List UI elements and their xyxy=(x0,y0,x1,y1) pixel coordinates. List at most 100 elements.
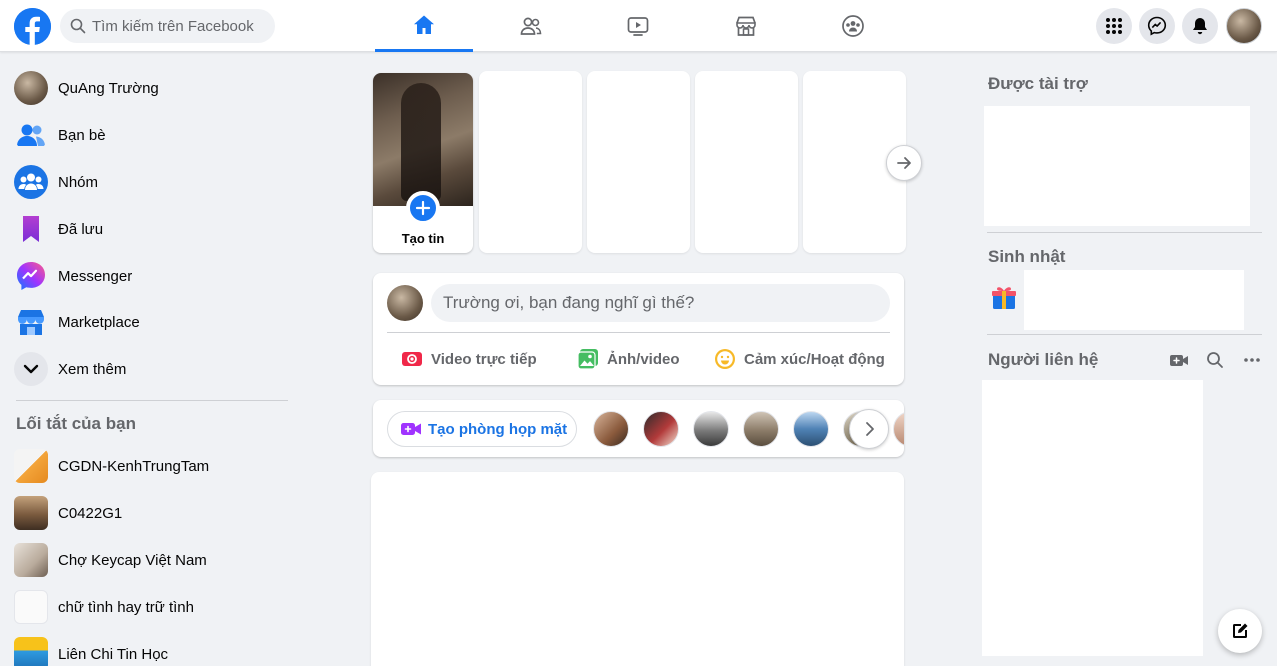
friends-icon xyxy=(520,17,542,35)
sidebar-item-label: Messenger xyxy=(58,267,133,285)
group-thumbnail xyxy=(14,449,48,483)
profile-avatar[interactable] xyxy=(387,285,423,321)
notifications-icon xyxy=(1193,18,1207,35)
contact-avatar[interactable] xyxy=(893,411,904,447)
notifications-button[interactable] xyxy=(1182,8,1218,44)
stories-next-button[interactable] xyxy=(886,145,922,181)
friends-icon xyxy=(14,118,48,152)
rooms-bar: Tạo phòng họp mặt xyxy=(373,400,904,457)
tab-home[interactable] xyxy=(375,0,473,52)
contact-avatar[interactable] xyxy=(793,411,829,447)
tab-groups[interactable] xyxy=(804,0,902,52)
shortcut-item[interactable]: chữ tình hay trữ tình xyxy=(8,585,298,629)
sponsored-ad[interactable] xyxy=(984,106,1250,226)
photo-video-label: Ảnh/video xyxy=(607,350,680,368)
menu-button[interactable] xyxy=(1096,8,1132,44)
contact-avatar[interactable] xyxy=(743,411,779,447)
create-story-label: Tạo tin xyxy=(401,231,445,246)
profile-avatar[interactable] xyxy=(1226,8,1262,44)
sidebar-item-marketplace[interactable]: Marketplace xyxy=(8,300,298,344)
facebook-logo-icon xyxy=(14,8,51,45)
shortcuts-heading: Lối tắt của bạn xyxy=(16,414,136,433)
tab-watch[interactable] xyxy=(589,0,687,52)
sidebar-divider xyxy=(16,400,288,401)
sidebar-item-label: Bạn bè xyxy=(58,126,106,144)
shortcut-label: CGDN-KenhTrungTam xyxy=(58,457,210,475)
plus-icon xyxy=(415,200,431,216)
shortcut-item[interactable]: CGDN-KenhTrungTam xyxy=(8,444,298,488)
search-input[interactable] xyxy=(92,17,272,35)
bookmark-icon xyxy=(14,212,48,246)
whats-on-your-mind-input[interactable]: Trường ơi, bạn đang nghĩ gì thế? xyxy=(431,284,890,322)
messenger-icon xyxy=(1147,16,1167,36)
groups-icon xyxy=(842,15,864,37)
contact-avatar[interactable] xyxy=(593,411,629,447)
sidebar-item-label: Nhóm xyxy=(58,173,99,191)
top-navigation-bar xyxy=(0,0,1277,52)
photo-video-icon xyxy=(577,349,598,370)
tab-friends[interactable] xyxy=(482,0,580,52)
sidebar-item-friends[interactable]: Bạn bè xyxy=(8,113,298,157)
live-video-button[interactable]: Video trực tiếp xyxy=(401,345,537,373)
search-icon[interactable] xyxy=(1205,350,1225,370)
more-options-icon[interactable] xyxy=(1242,350,1262,370)
group-thumbnail xyxy=(14,590,48,624)
tab-marketplace[interactable] xyxy=(697,0,795,52)
group-thumbnail xyxy=(14,637,48,666)
groups-icon xyxy=(14,165,48,199)
live-video-label: Video trực tiếp xyxy=(431,350,537,368)
sidebar-item-messenger[interactable]: Messenger xyxy=(8,254,298,298)
sidebar-item-profile[interactable]: QuAng Trường xyxy=(8,66,298,110)
sidebar-item-label: Xem thêm xyxy=(58,360,127,378)
post-composer: Trường ơi, bạn đang nghĩ gì thế? Video t… xyxy=(373,273,904,385)
create-room-label: Tạo phòng họp mặt xyxy=(428,420,568,438)
marketplace-icon xyxy=(14,305,48,339)
home-icon xyxy=(414,15,434,34)
search-bar[interactable] xyxy=(60,9,275,43)
marketplace-icon xyxy=(736,16,756,36)
photo-video-button[interactable]: Ảnh/video xyxy=(577,345,680,373)
sidebar-item-see-more[interactable]: Xem thêm xyxy=(8,347,298,391)
contact-avatar[interactable] xyxy=(643,411,679,447)
live-video-icon xyxy=(402,352,422,366)
sidebar-item-groups[interactable]: Nhóm xyxy=(8,160,298,204)
story-card[interactable] xyxy=(587,71,690,253)
shortcut-label: Liên Chi Tin Học xyxy=(58,645,169,663)
create-story-card[interactable]: Tạo tin xyxy=(373,73,473,253)
feeling-activity-button[interactable]: Cảm xúc/Hoạt động xyxy=(714,345,885,373)
sidebar-item-saved[interactable]: Đã lưu xyxy=(8,207,298,251)
chevron-down-icon xyxy=(14,352,48,386)
story-card[interactable] xyxy=(695,71,798,253)
shortcut-item[interactable]: Chợ Keycap Việt Nam xyxy=(8,538,298,582)
rooms-next-button[interactable] xyxy=(849,409,889,449)
story-card[interactable] xyxy=(479,71,582,253)
story-profile-photo xyxy=(373,73,473,206)
group-thumbnail xyxy=(14,496,48,530)
composer-divider xyxy=(387,332,890,333)
chevron-right-icon xyxy=(866,422,874,436)
menu-grid-icon xyxy=(1106,18,1122,34)
birthdays-heading: Sinh nhật xyxy=(988,247,1066,266)
right-divider xyxy=(987,334,1262,335)
sponsored-heading: Được tài trợ xyxy=(988,74,1088,93)
group-thumbnail xyxy=(14,543,48,577)
messenger-icon xyxy=(14,259,48,293)
stories-tray: Tạo tin xyxy=(373,69,906,253)
feeling-activity-label: Cảm xúc/Hoạt động xyxy=(744,350,885,368)
arrow-right-icon xyxy=(897,157,911,169)
birthday-panel[interactable] xyxy=(1024,270,1244,330)
shortcut-item[interactable]: Liên Chi Tin Học xyxy=(8,632,298,666)
shortcut-label: chữ tình hay trữ tình xyxy=(58,598,194,616)
shortcut-item[interactable]: C0422G1 xyxy=(8,491,298,535)
profile-avatar xyxy=(14,71,48,105)
feed-post xyxy=(371,472,904,666)
shortcut-label: Chợ Keycap Việt Nam xyxy=(58,551,207,569)
add-story-button[interactable] xyxy=(406,191,440,225)
messenger-button[interactable] xyxy=(1139,8,1175,44)
new-message-button[interactable] xyxy=(1218,609,1262,653)
new-room-icon[interactable] xyxy=(1169,350,1189,370)
facebook-logo[interactable] xyxy=(14,8,51,45)
contact-avatar[interactable] xyxy=(693,411,729,447)
contacts-list[interactable] xyxy=(982,380,1203,656)
create-room-button[interactable]: Tạo phòng họp mặt xyxy=(387,411,577,447)
